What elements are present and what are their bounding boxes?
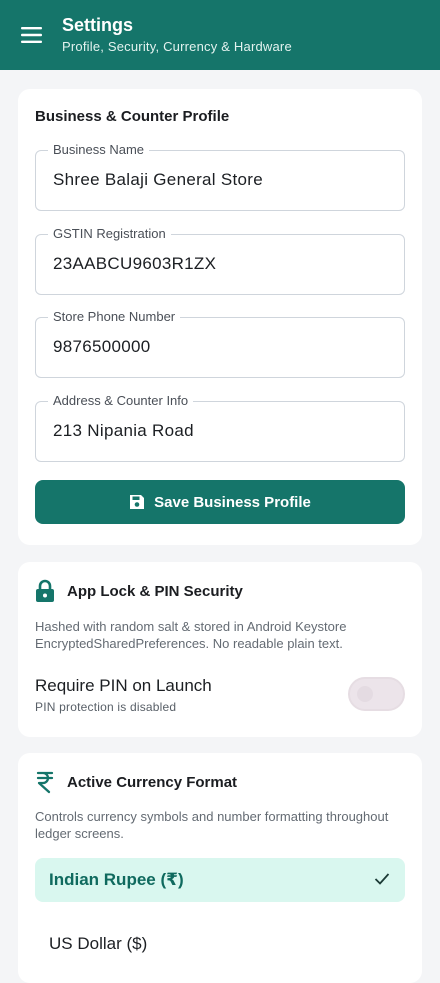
business-profile-card: Business & Counter Profile Business Name…: [18, 89, 422, 545]
page-title: Settings: [62, 15, 134, 35]
currency-title: Active Currency Format: [67, 773, 238, 791]
address-value: 213 Nipania Road: [53, 421, 194, 440]
security-header: App Lock & PIN Security: [35, 579, 243, 603]
pin-status-text: PIN protection is disabled: [35, 700, 177, 714]
app-bar: Settings Profile, Security, Currency & H…: [0, 0, 440, 70]
currency-option-label: US Dollar ($): [49, 934, 148, 953]
business-name-field[interactable]: Business Name Shree Balaji General Store: [35, 142, 405, 211]
business-name-value: Shree Balaji General Store: [53, 170, 264, 189]
currency-option-usd[interactable]: US Dollar ($): [35, 922, 405, 966]
page-subtitle: Profile, Security, Currency & Hardware: [62, 39, 292, 54]
currency-card: Active Currency Format Controls currency…: [18, 753, 422, 983]
security-title: App Lock & PIN Security: [67, 582, 243, 600]
security-card: App Lock & PIN Security Hashed with rand…: [18, 562, 422, 737]
gstin-field[interactable]: GSTIN Registration 23AABCU9603R1ZX: [35, 226, 405, 295]
store-phone-label: Store Phone Number: [48, 309, 181, 325]
require-pin-label: Require PIN on Launch: [35, 676, 212, 695]
require-pin-toggle[interactable]: [348, 677, 405, 711]
currency-header: Active Currency Format: [35, 770, 237, 794]
currency-option-inr[interactable]: Indian Rupee (₹): [35, 858, 405, 902]
save-business-profile-button[interactable]: Save Business Profile: [35, 480, 405, 524]
address-field[interactable]: Address & Counter Info 213 Nipania Road: [35, 393, 405, 462]
business-name-label: Business Name: [48, 142, 150, 158]
address-label: Address & Counter Info: [48, 393, 194, 409]
rupee-icon: [36, 771, 54, 794]
store-phone-value: 9876500000: [53, 337, 151, 356]
lock-icon: [36, 579, 54, 602]
gstin-label: GSTIN Registration: [48, 226, 171, 242]
toggle-knob: [357, 686, 373, 702]
store-phone-field[interactable]: Store Phone Number 9876500000: [35, 309, 405, 378]
currency-option-label: Indian Rupee (₹): [49, 870, 184, 889]
checkmark-icon: [374, 873, 390, 885]
hamburger-menu-icon[interactable]: [0, 0, 62, 70]
floppy-disk-icon: [130, 495, 145, 509]
gstin-value: 23AABCU9603R1ZX: [53, 254, 217, 273]
business-profile-title: Business & Counter Profile: [35, 108, 230, 125]
security-description: Hashed with random salt & stored in Andr…: [35, 619, 347, 651]
save-business-profile-label: Save Business Profile: [154, 493, 311, 511]
currency-description: Controls currency symbols and number for…: [35, 809, 389, 841]
